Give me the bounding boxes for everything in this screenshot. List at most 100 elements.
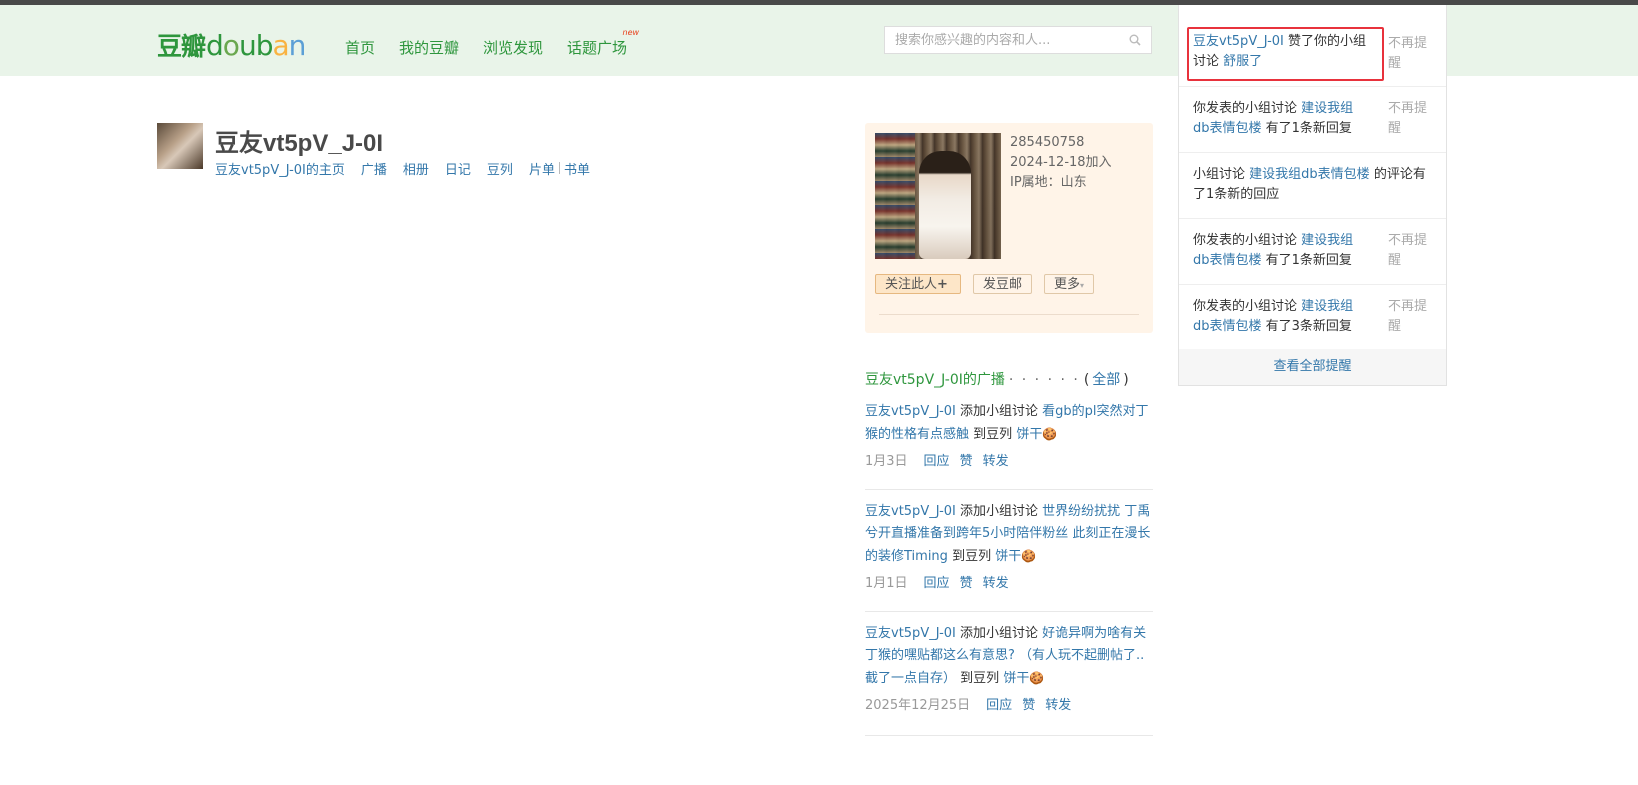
card-divider [879, 314, 1139, 315]
profile-photo[interactable] [875, 133, 1001, 259]
link-book-list[interactable]: 书单 [564, 159, 590, 178]
join-date: 2024-12-18加入 [1010, 155, 1112, 170]
notification-suffix: 有了1条新回复 [1265, 121, 1352, 136]
search-box [884, 26, 1152, 54]
feed-list-link[interactable]: 饼干 [1016, 427, 1042, 442]
feed-list-link[interactable]: 饼干 [1003, 671, 1029, 686]
notification-item: 豆友vt5pV_J-0I 赞了你的小组讨论 舒服了 不再提醒 [1179, 5, 1446, 87]
paren-open: ( [1083, 372, 1090, 388]
user-meta: 285450758 2024-12-18加入 IP属地：山东 [1010, 133, 1112, 193]
nav-topics[interactable]: 话题广场 new [567, 28, 639, 58]
feed-to: 到豆列 [973, 427, 1013, 442]
dismiss-button[interactable]: 不再提醒 [1388, 297, 1430, 337]
feed-item-meta: 1月1日 回应赞转发 [865, 574, 1153, 594]
ip-location: IP属地：山东 [1010, 175, 1087, 190]
notification-text: 你发表的小组讨论 建设我组db表情包楼 有了1条新回复 [1193, 99, 1369, 139]
notification-item: 小组讨论 建设我组db表情包楼 的评论有了1条新的回应 [1179, 153, 1446, 219]
notification-topic-link[interactable]: 建设我组db表情包楼 [1249, 167, 1370, 182]
cookie-icon: 🍪 [1029, 671, 1045, 685]
follow-button[interactable]: 关注此人+ [875, 274, 961, 294]
feed-action: 添加小组讨论 [960, 404, 1039, 419]
douban-logo[interactable]: 豆瓣 douban [157, 27, 306, 62]
main-nav: 首页 我的豆瓣 浏览发现 话题广场 new [345, 28, 651, 58]
reply-link[interactable]: 回应 [986, 698, 1012, 713]
feed-user-link[interactable]: 豆友vt5pV_J-0I [865, 404, 956, 419]
link-doulist[interactable]: 豆列 [487, 159, 513, 178]
notification-text: 你发表的小组讨论 建设我组db表情包楼 有了3条新回复 [1193, 297, 1369, 337]
feed-item-meta: 2025年12月25日 回应赞转发 [865, 696, 1153, 716]
like-link[interactable]: 赞 [960, 454, 973, 469]
feed-title: 豆友vt5pV_J-0I的广播 · · · · · ·(全部) [865, 369, 1153, 389]
dismiss-button[interactable]: 不再提醒 [1388, 34, 1430, 74]
notification-text: 豆友vt5pV_J-0I 赞了你的小组讨论 舒服了 [1193, 32, 1369, 72]
search-input[interactable] [885, 27, 1135, 53]
logo-english-text: douban [206, 29, 306, 62]
notification-user-link[interactable]: 豆友vt5pV_J-0I [1193, 34, 1284, 49]
feed-date: 2025年12月25日 [865, 698, 971, 713]
feed-item-text: 豆友vt5pV_J-0I 添加小组讨论 好诡异啊为啥有关丁猴的嘿贴都这么有意思?… [865, 623, 1153, 690]
user-info-card: 285450758 2024-12-18加入 IP属地：山东 关注此人+ 发豆邮… [865, 123, 1153, 333]
feed-list-link[interactable]: 饼干 [995, 549, 1021, 564]
dismiss-button[interactable]: 不再提醒 [1388, 99, 1430, 139]
plus-icon: + [937, 277, 948, 292]
dismiss-button[interactable]: 不再提醒 [1388, 231, 1430, 271]
send-mail-button[interactable]: 发豆邮 [973, 274, 1033, 294]
feed-item: 豆友vt5pV_J-0I 添加小组讨论 看gb的pl突然对丁猴的性格有点感触 到… [865, 401, 1153, 490]
user-id: 285450758 [1010, 135, 1085, 150]
share-link[interactable]: 转发 [983, 576, 1009, 591]
link-broadcast[interactable]: 广播 [361, 159, 387, 178]
profile-links: 豆友vt5pV_J-0I的主页 广播 相册 日记 豆列 片单 书单 [215, 159, 606, 178]
feed-action: 添加小组讨论 [960, 504, 1039, 519]
feed-action: 添加小组讨论 [960, 626, 1039, 641]
notification-prefix: 你发表的小组讨论 [1193, 101, 1298, 116]
link-album[interactable]: 相册 [403, 159, 429, 178]
notification-text: 小组讨论 建设我组db表情包楼 的评论有了1条新的回应 [1193, 165, 1433, 205]
feed-to: 到豆列 [952, 549, 992, 564]
view-all-broadcast-link[interactable]: 全部 [1092, 372, 1120, 388]
cookie-icon: 🍪 [1021, 549, 1037, 563]
more-label: 更多 [1054, 277, 1081, 292]
feed-item: 豆友vt5pV_J-0I 添加小组讨论 好诡异啊为啥有关丁猴的嘿贴都这么有意思?… [865, 623, 1153, 736]
reply-link[interactable]: 回应 [924, 576, 950, 591]
link-movie-list[interactable]: 片单 [529, 159, 555, 178]
avatar[interactable] [157, 123, 203, 169]
like-link[interactable]: 赞 [1022, 698, 1035, 713]
notification-prefix: 小组讨论 [1193, 167, 1246, 182]
link-divider [558, 162, 560, 174]
new-badge: new [622, 28, 640, 37]
notification-footer: 查看全部提醒 [1179, 349, 1446, 385]
link-diary[interactable]: 日记 [445, 159, 471, 178]
feed-title-dots: · · · · · · [1008, 372, 1080, 388]
notification-text: 你发表的小组讨论 建设我组db表情包楼 有了1条新回复 [1193, 231, 1369, 271]
notification-suffix: 有了3条新回复 [1265, 319, 1352, 334]
paren-close: ) [1123, 372, 1129, 388]
more-button[interactable]: 更多▾ [1044, 274, 1095, 294]
notification-item: 你发表的小组讨论 建设我组db表情包楼 有了1条新回复 不再提醒 [1179, 219, 1446, 285]
search-icon[interactable] [1129, 34, 1141, 46]
view-all-notifications-link[interactable]: 查看全部提醒 [1273, 359, 1351, 374]
notification-topic-link[interactable]: 舒服了 [1223, 54, 1262, 69]
notification-suffix: 有了1条新回复 [1265, 253, 1352, 268]
feed-title-text: 豆友vt5pV_J-0I的广播 [865, 372, 1005, 388]
nav-my-douban[interactable]: 我的豆瓣 [399, 37, 459, 58]
feed-user-link[interactable]: 豆友vt5pV_J-0I [865, 626, 956, 641]
like-link[interactable]: 赞 [960, 576, 973, 591]
photo-bookshelf [875, 133, 915, 259]
link-homepage[interactable]: 豆友vt5pV_J-0I的主页 [215, 159, 345, 178]
notification-prefix: 你发表的小组讨论 [1193, 299, 1298, 314]
nav-topics-label: 话题广场 [567, 39, 628, 57]
nav-home[interactable]: 首页 [345, 37, 375, 58]
page-title: 豆友vt5pV_J-0I [215, 130, 384, 157]
feed-item-text: 豆友vt5pV_J-0I 添加小组讨论 看gb的pl突然对丁猴的性格有点感触 到… [865, 401, 1153, 446]
notification-panel: 豆友vt5pV_J-0I 赞了你的小组讨论 舒服了 不再提醒 你发表的小组讨论 … [1178, 5, 1447, 386]
feed-item-text: 豆友vt5pV_J-0I 添加小组讨论 世界纷纷扰扰 丁禹兮开直播准备到跨年5小… [865, 501, 1153, 568]
share-link[interactable]: 转发 [983, 454, 1009, 469]
feed-user-link[interactable]: 豆友vt5pV_J-0I [865, 504, 956, 519]
feed-date: 1月1日 [865, 576, 908, 591]
follow-label: 关注此人 [885, 277, 938, 292]
broadcast-feed: 豆友vt5pV_J-0I的广播 · · · · · ·(全部) 豆友vt5pV_J… [865, 369, 1153, 736]
nav-explore[interactable]: 浏览发现 [483, 37, 543, 58]
reply-link[interactable]: 回应 [924, 454, 950, 469]
feed-to: 到豆列 [960, 671, 1000, 686]
share-link[interactable]: 转发 [1045, 698, 1071, 713]
